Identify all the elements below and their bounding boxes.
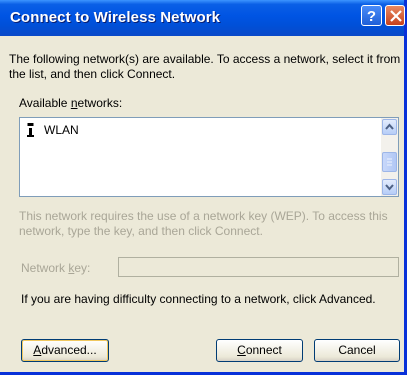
scroll-down-button[interactable] [382,179,397,195]
list-item[interactable]: WLAN [26,123,79,137]
title-bar[interactable]: Connect to Wireless Network ? [0,0,405,36]
network-list-scrollbar[interactable] [381,118,398,196]
wireless-network-icon [27,123,34,137]
close-icon [390,10,402,22]
dialog-window: Connect to Wireless Network ? The follow… [0,0,407,375]
connect-button[interactable]: Connect [216,339,303,362]
help-button[interactable]: ? [361,5,382,26]
network-key-field[interactable] [118,257,399,277]
network-name: WLAN [44,123,79,137]
chevron-down-icon [385,184,394,191]
dialog-title: Connect to Wireless Network [10,9,221,26]
advanced-help-text: If you are having difficulty connecting … [21,292,376,306]
network-key-label: Network key: [21,261,91,275]
wep-requirement-text: This network requires the use of a netwo… [19,209,388,238]
cancel-button[interactable]: Cancel [314,339,400,362]
intro-text: The following network(s) are available. … [9,52,401,81]
chevron-up-icon [385,123,394,130]
grip-icon [387,158,392,166]
help-icon: ? [366,8,377,25]
available-networks-label: Available networks: [19,96,123,110]
close-button[interactable] [385,5,405,26]
network-list[interactable]: WLAN [19,117,399,197]
advanced-button[interactable]: Advanced... [21,339,109,362]
scroll-thumb[interactable] [382,152,397,172]
scroll-up-button[interactable] [382,119,397,135]
